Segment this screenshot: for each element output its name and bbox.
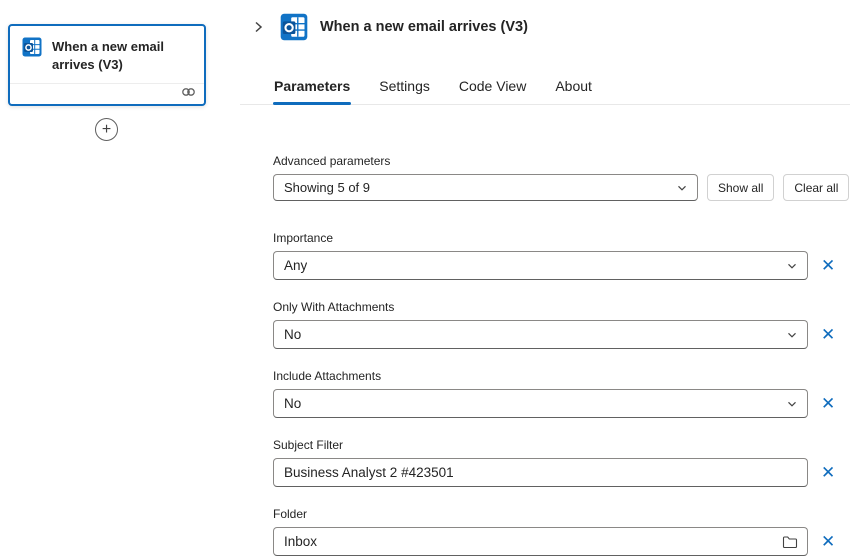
remove-include-attachments-icon[interactable]: ✕ <box>821 395 835 412</box>
field-group-folder: Folder Inbox ✕ <box>273 507 850 556</box>
subject-filter-input[interactable]: Business Analyst 2 #423501 <box>273 458 808 487</box>
importance-dropdown[interactable]: Any <box>273 251 808 280</box>
field-label: Only With Attachments <box>273 300 850 314</box>
field-group-subject-filter: Subject Filter Business Analyst 2 #42350… <box>273 438 850 487</box>
tab-parameters[interactable]: Parameters <box>273 78 351 104</box>
advanced-parameters-dropdown[interactable]: Showing 5 of 9 <box>273 174 698 201</box>
remove-importance-icon[interactable]: ✕ <box>821 257 835 274</box>
trigger-card[interactable]: When a new email arrives (V3) <box>8 24 206 106</box>
field-label: Subject Filter <box>273 438 850 452</box>
field-label: Include Attachments <box>273 369 850 383</box>
field-group-only-with-attachments: Only With Attachments No ✕ <box>273 300 850 349</box>
field-row: Inbox ✕ <box>273 527 850 556</box>
panel-tabs: Parameters Settings Code View About <box>240 78 850 105</box>
field-label: Folder <box>273 507 850 521</box>
tab-code-view[interactable]: Code View <box>458 78 527 104</box>
trigger-card-footer <box>10 83 204 104</box>
remove-folder-icon[interactable]: ✕ <box>821 533 835 550</box>
field-group-include-attachments: Include Attachments No ✕ <box>273 369 850 418</box>
collapse-panel-chevron-icon[interactable] <box>252 19 268 35</box>
connection-link-icon[interactable] <box>181 85 196 103</box>
tab-about[interactable]: About <box>554 78 593 104</box>
tab-settings[interactable]: Settings <box>378 78 431 104</box>
show-all-button[interactable]: Show all <box>707 174 774 201</box>
subject-filter-value: Business Analyst 2 #423501 <box>284 465 454 480</box>
chevron-down-icon <box>786 260 798 272</box>
plus-icon: + <box>102 122 111 138</box>
folder-picker-icon[interactable] <box>782 535 798 549</box>
trigger-card-title: When a new email arrives (V3) <box>52 37 192 74</box>
trigger-card-main: When a new email arrives (V3) <box>10 26 204 83</box>
add-step-button[interactable]: + <box>95 118 118 141</box>
field-row: No ✕ <box>273 320 850 349</box>
advanced-parameters-value: Showing 5 of 9 <box>284 180 370 195</box>
folder-input[interactable]: Inbox <box>273 527 808 556</box>
importance-value: Any <box>284 258 307 273</box>
panel-title: When a new email arrives (V3) <box>320 19 528 35</box>
flow-canvas: When a new email arrives (V3) + <box>0 0 240 550</box>
include-attachments-value: No <box>284 396 301 411</box>
remove-only-with-attachments-icon[interactable]: ✕ <box>821 326 835 343</box>
remove-subject-filter-icon[interactable]: ✕ <box>821 464 835 481</box>
configuration-panel: When a new email arrives (V3) Parameters… <box>240 0 850 550</box>
field-label: Importance <box>273 231 850 245</box>
field-group-importance: Importance Any ✕ <box>273 231 850 280</box>
advanced-parameters-label: Advanced parameters <box>273 154 850 168</box>
chevron-down-icon <box>786 329 798 341</box>
folder-value: Inbox <box>284 534 317 549</box>
parameters-content: Advanced parameters Showing 5 of 9 Show … <box>240 154 850 556</box>
chevron-down-icon <box>786 398 798 410</box>
panel-header: When a new email arrives (V3) <box>240 0 850 41</box>
field-row: Any ✕ <box>273 251 850 280</box>
only-with-attachments-value: No <box>284 327 301 342</box>
outlook-icon <box>280 13 308 41</box>
field-row: Business Analyst 2 #423501 ✕ <box>273 458 850 487</box>
only-with-attachments-dropdown[interactable]: No <box>273 320 808 349</box>
advanced-parameters-row: Showing 5 of 9 Show all Clear all <box>273 174 850 201</box>
clear-all-button[interactable]: Clear all <box>783 174 849 201</box>
chevron-down-icon <box>676 182 688 194</box>
outlook-icon <box>22 37 42 62</box>
include-attachments-dropdown[interactable]: No <box>273 389 808 418</box>
field-row: No ✕ <box>273 389 850 418</box>
